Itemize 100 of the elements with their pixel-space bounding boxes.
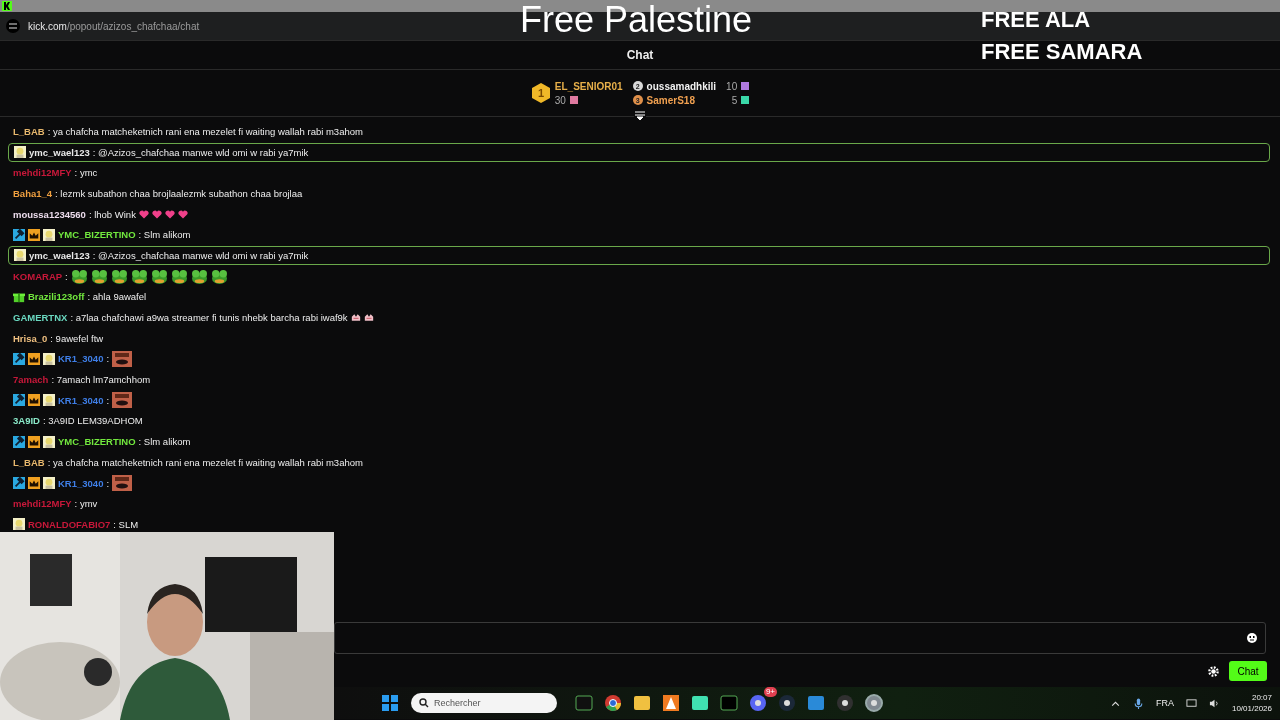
message-text: : Slm alikom <box>138 229 191 241</box>
kick-logo-icon <box>2 1 12 11</box>
send-chat-button[interactable]: Chat <box>1229 661 1267 681</box>
avatar-badge-icon <box>43 477 55 490</box>
speaker-icon[interactable] <box>1208 697 1220 709</box>
hammer-badge-icon <box>13 477 25 490</box>
chat-title: Chat <box>626 48 654 62</box>
settings-icon[interactable] <box>1208 665 1219 677</box>
overlay-headline: Free Palestine <box>520 0 753 40</box>
notification-badge: 9+ <box>763 687 777 697</box>
leaderboard-name: SamerS18 <box>646 94 695 106</box>
username[interactable]: ymc_wael123 <box>29 146 90 158</box>
site-settings-icon[interactable] <box>6 19 20 33</box>
crown-badge-icon <box>28 435 40 448</box>
crown-badge-icon <box>28 228 40 241</box>
frog-emote-icon <box>130 268 148 284</box>
face-emote-icon <box>112 392 133 409</box>
username[interactable]: Baha1_4 <box>13 187 53 199</box>
language-indicator[interactable]: FRA <box>1155 698 1174 708</box>
avatar-badge-icon <box>43 435 55 448</box>
leaderboard-name: oussamadhkili <box>646 80 717 92</box>
heart-emote-icon <box>177 209 188 219</box>
username[interactable]: GAMERTNX <box>13 312 68 324</box>
cone-app-icon[interactable] <box>661 693 681 713</box>
search-icon <box>419 698 429 708</box>
gift-count: 30 <box>554 94 566 106</box>
gift-count: 5 <box>731 94 738 106</box>
overlay-text: FREE ALA <box>981 6 1092 34</box>
message-text: : <box>106 477 110 489</box>
frog-emote-icon <box>90 268 108 284</box>
hands-emote-icon <box>350 313 361 323</box>
username[interactable]: KR1_3040 <box>58 477 104 489</box>
username[interactable]: L_BAB <box>13 456 45 468</box>
crown-badge-icon <box>28 477 40 490</box>
start-app-icon[interactable] <box>380 693 400 713</box>
clock-time[interactable]: 20:07 <box>1251 693 1272 702</box>
heart-emote-icon <box>138 209 149 219</box>
hammer-badge-icon <box>13 228 25 241</box>
frog-emote-icon <box>110 268 128 284</box>
message-text: : 9awefel ftw <box>50 332 104 344</box>
avatar-badge-icon <box>43 394 55 407</box>
message-text: : <box>106 353 110 365</box>
avatar-badge-icon <box>43 228 55 241</box>
hammer-badge-icon <box>13 394 25 407</box>
settings-app-icon[interactable] <box>864 693 884 713</box>
message-text: : lezmk subathon chaa brojlaalezmk subathon chaa brojlaa <box>55 187 303 199</box>
username[interactable]: ymc_wael123 <box>29 249 90 261</box>
message-text: : lhob Wink <box>88 208 136 220</box>
gift-count: 10 <box>726 80 738 92</box>
username[interactable]: KR1_3040 <box>58 353 104 365</box>
message-text: : 7amach lm7amchhom <box>51 374 151 386</box>
username[interactable]: 3A9ID <box>13 415 40 427</box>
overlay-text: FREE SAMARA <box>981 38 1143 66</box>
microphone-icon[interactable] <box>1132 697 1144 709</box>
username[interactable]: Brazili123off <box>28 291 85 303</box>
message-text: : ya chafcha matcheketnich rani ena mezelet fi waiting wallah rabi m3ahom <box>47 456 363 468</box>
heart-emote-icon <box>164 209 175 219</box>
username[interactable]: L_BAB <box>13 125 45 137</box>
frog-emote-icon <box>190 268 208 284</box>
heart-emote-icon <box>151 209 162 219</box>
username[interactable]: moussa1234560 <box>13 208 86 220</box>
frog-emote-icon <box>210 268 228 284</box>
username[interactable]: YMC_BIZERTINO <box>58 229 136 241</box>
frog-emote-icon <box>150 268 168 284</box>
avatar-badge-icon <box>14 146 26 159</box>
username[interactable]: KR1_3040 <box>58 394 104 406</box>
leaderboard-name: EL_SENIOR01 <box>554 80 623 92</box>
chat-input-field[interactable] <box>334 622 1266 654</box>
message-text: : SLM <box>113 518 139 530</box>
message-text: : ya chafcha matcheketnich rani ena mezelet fi waiting wallah rabi m3ahom <box>47 125 363 137</box>
message-text: : @Azizos_chafchaa manwe wld omi w rabi ya7mik <box>92 146 309 158</box>
clock-date[interactable]: 10/01/2026 <box>1231 704 1272 713</box>
username[interactable]: Hrisa_0 <box>13 332 48 344</box>
rank-number: 1 <box>537 87 544 99</box>
message-text: : ahla 9awafel <box>87 291 147 303</box>
message-text: : <box>106 394 110 406</box>
username[interactable]: 7amach <box>13 374 49 386</box>
avatar-badge-icon <box>14 249 26 262</box>
monitor-icon[interactable] <box>1185 697 1197 709</box>
face-emote-icon <box>112 350 133 367</box>
face-emote-icon <box>112 475 133 492</box>
taskbar-search-field[interactable]: Rechercher <box>411 693 557 713</box>
message-text: : <box>65 270 68 282</box>
scroll-down-icon[interactable] <box>634 111 646 121</box>
emoji-icon[interactable] <box>1247 633 1257 643</box>
crown-badge-icon <box>28 352 40 365</box>
url-text[interactable]: kick.com/popout/azizos_chafchaa/chat <box>28 20 200 32</box>
avatar-badge-icon <box>43 352 55 365</box>
message-text: : ymv <box>74 498 98 510</box>
crown-badge-icon <box>28 394 40 407</box>
message-text: : Slm alikom <box>138 436 191 448</box>
message-text: : @Azizos_chafchaa manwe wld omi w rabi ya7mik <box>92 249 309 261</box>
browser-app-icon[interactable] <box>603 693 623 713</box>
username[interactable]: YMC_BIZERTINO <box>58 436 136 448</box>
message-text: : 3A9ID LEM39ADHOM <box>42 415 143 427</box>
message-text: : ymc <box>74 167 98 179</box>
frog-emote-icon <box>170 268 188 284</box>
hammer-badge-icon <box>13 435 25 448</box>
avatar-badge-icon <box>13 518 25 531</box>
hammer-badge-icon <box>13 352 25 365</box>
